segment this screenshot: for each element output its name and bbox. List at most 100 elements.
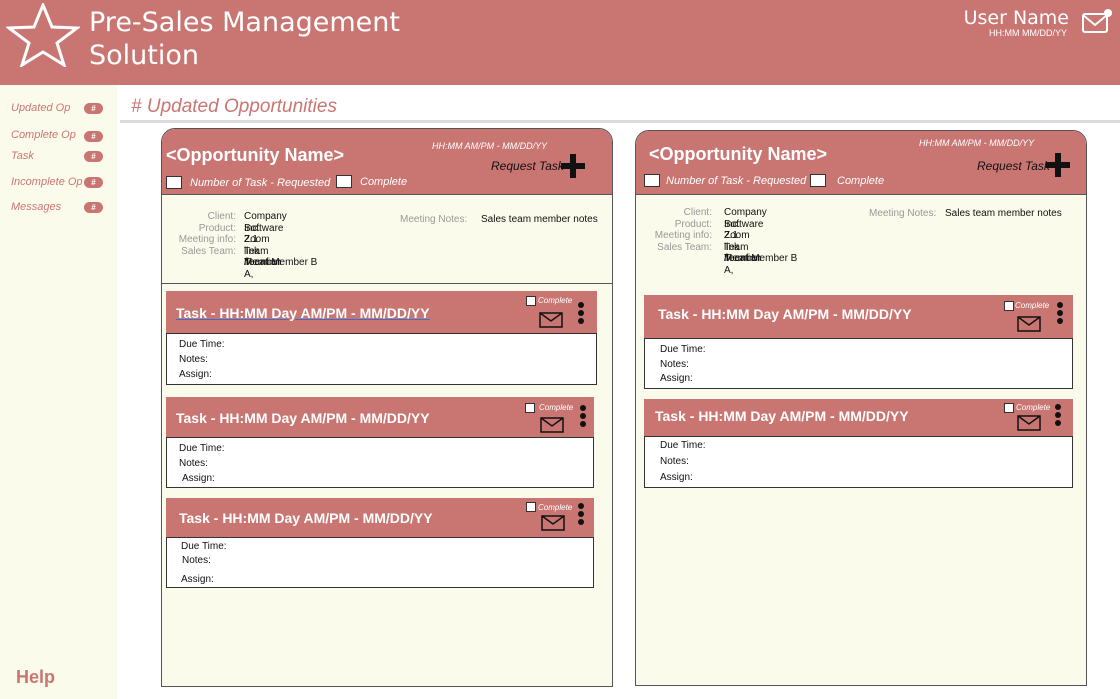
client-key: Client: (207, 211, 236, 222)
task-panel: Task - HH:MM Day AM/PM - MM/DD/YY Comple… (166, 498, 594, 588)
task-panel: Task - HH:MM Day AM/PM - MM/DD/YY Comple… (166, 291, 597, 385)
task-complete-label: Complete (538, 503, 573, 512)
add-task-icon[interactable] (561, 154, 585, 178)
mail-icon[interactable] (540, 417, 564, 433)
sidebar-badge-complete-op: # (84, 131, 103, 142)
task-header: Task - HH:MM Day AM/PM - MM/DD/YY Comple… (166, 498, 594, 537)
sales-team-key: Sales Team: (181, 245, 236, 257)
task-notes: Notes: (179, 458, 208, 469)
meeting-notes-key: Meeting Notes: (400, 214, 468, 225)
task-complete-checkbox[interactable] (1004, 301, 1014, 311)
task-complete-checkbox[interactable] (526, 502, 536, 512)
task-title[interactable]: Task - HH:MM Day AM/PM - MM/DD/YY (655, 408, 909, 424)
task-title[interactable]: Task - HH:MM Day AM/PM - MM/DD/YY (176, 305, 430, 321)
meeting-notes-key: Meeting Notes: (869, 208, 937, 219)
task-header: Task - HH:MM Day AM/PM - MM/DD/YY Comple… (166, 397, 594, 437)
more-options-icon[interactable] (580, 405, 586, 427)
task-notes: Notes: (660, 359, 689, 370)
task-complete-label: Complete (1015, 301, 1050, 310)
sidebar-badge-messages: # (84, 202, 103, 213)
sidebar-badge-task: # (84, 151, 103, 162)
task-header: Task - HH:MM Day AM/PM - MM/DD/YY Comple… (644, 295, 1073, 338)
more-options-icon[interactable] (1055, 404, 1061, 426)
sidebar-item-messages[interactable]: Messages (11, 201, 61, 213)
request-task-label[interactable]: Request Task (491, 159, 564, 173)
task-panel: Task - HH:MM Day AM/PM - MM/DD/YY Comple… (166, 397, 594, 488)
task-due-time: Due Time: (179, 443, 225, 454)
app-title: Pre-Sales Management Solution (89, 6, 400, 72)
section-divider (120, 120, 1120, 123)
more-options-icon[interactable] (578, 302, 584, 324)
product-key: Product: (674, 218, 712, 230)
complete-checkbox[interactable] (810, 174, 826, 187)
opportunity-time: HH:MM AM/PM - MM/DD/YY (432, 141, 548, 151)
task-due-time: Due Time: (660, 344, 706, 355)
user-name[interactable]: User Name (964, 7, 1069, 29)
mail-notification-icon[interactable] (1081, 8, 1113, 36)
task-title[interactable]: Task - HH:MM Day AM/PM - MM/DD/YY (176, 410, 430, 426)
sales-team-key: Sales Team: (657, 241, 712, 253)
opportunity-name[interactable]: <Opportunity Name> (649, 144, 827, 165)
sidebar-item-complete-op[interactable]: Complete Op (11, 129, 76, 141)
app-title-line1: Pre-Sales Management (89, 7, 400, 38)
user-time: HH:MM MM/DD/YY (989, 28, 1067, 38)
mail-icon[interactable] (539, 312, 563, 328)
task-title[interactable]: Task - HH:MM Day AM/PM - MM/DD/YY (179, 510, 433, 526)
add-task-icon[interactable] (1046, 153, 1070, 177)
task-assign: Assign: (182, 473, 215, 484)
opportunity-card-header: <Opportunity Name> HH:MM AM/PM - MM/DD/Y… (162, 129, 612, 195)
task-body: Due Time: Notes: Assign: (644, 436, 1073, 488)
complete-label: Complete (837, 175, 885, 187)
opportunity-info-panel: Client: Company Inc. Product: Software 2… (636, 195, 1086, 285)
star-icon[interactable] (6, 3, 80, 67)
more-options-icon[interactable] (1057, 302, 1063, 324)
meeting-notes-value: Sales team member notes (945, 208, 1062, 219)
mail-icon[interactable] (1017, 415, 1041, 431)
task-complete-checkbox[interactable] (526, 296, 536, 306)
number-of-task-checkbox[interactable] (644, 174, 660, 187)
task-complete-checkbox[interactable] (1004, 403, 1014, 413)
task-complete-label: Complete (538, 296, 573, 305)
task-assign: Assign: (181, 574, 214, 585)
sales-team-value-2: Team Member B (724, 253, 798, 265)
meeting-info-key: Meeting info: (178, 234, 236, 246)
complete-checkbox[interactable] (336, 175, 352, 188)
task-body: Due Time: Notes: Assign: (644, 338, 1073, 389)
task-panel: Task - HH:MM Day AM/PM - MM/DD/YY Comple… (644, 399, 1073, 488)
product-key: Product: (198, 222, 236, 234)
opportunity-card-header: <Opportunity Name> HH:MM AM/PM - MM/DD/Y… (636, 131, 1086, 195)
task-title[interactable]: Task - HH:MM Day AM/PM - MM/DD/YY (658, 306, 912, 322)
help-link[interactable]: Help (16, 667, 55, 688)
task-notes: Notes: (179, 354, 208, 365)
app-title-line2: Solution (89, 40, 199, 71)
complete-label: Complete (360, 176, 408, 188)
mail-icon[interactable] (541, 515, 565, 531)
task-assign: Assign: (179, 369, 212, 380)
mail-icon[interactable] (1017, 316, 1041, 332)
task-body: Due Time: Notes: Assign: (166, 333, 597, 385)
sidebar-badge-updated-op: # (84, 103, 103, 114)
sidebar-item-task[interactable]: Task (11, 150, 34, 162)
request-task-label[interactable]: Request Task (977, 159, 1050, 173)
more-options-icon[interactable] (578, 503, 584, 525)
task-complete-checkbox[interactable] (525, 403, 535, 413)
meeting-notes-value: Sales team member notes (481, 214, 598, 225)
task-header: Task - HH:MM Day AM/PM - MM/DD/YY Comple… (644, 399, 1073, 436)
number-of-task-checkbox[interactable] (166, 176, 182, 189)
sidebar-item-incomplete-op[interactable]: Incomplete Op (11, 176, 83, 188)
task-notes: Notes: (660, 456, 689, 467)
task-body: Due Time: Notes: Assign: (166, 437, 594, 488)
opportunity-time: HH:MM AM/PM - MM/DD/YY (919, 138, 1035, 148)
sidebar-item-updated-op[interactable]: Updated Op (11, 102, 70, 114)
task-due-time: Due Time: (181, 541, 227, 552)
number-of-task-label: Number of Task - Requested (666, 175, 807, 187)
client-key: Client: (683, 207, 712, 218)
meeting-info-key: Meeting info: (654, 230, 712, 242)
sales-team-value-2: Team Member B (244, 257, 318, 269)
task-notes: Notes: (182, 555, 211, 566)
app-header: Pre-Sales Management Solution User Name … (0, 0, 1120, 85)
opportunity-info-panel: Client: Company Inc. Product: Software 2… (162, 195, 612, 284)
task-complete-label: Complete (1016, 403, 1051, 412)
opportunity-name[interactable]: <Opportunity Name> (166, 145, 344, 166)
task-panel: Task - HH:MM Day AM/PM - MM/DD/YY Comple… (644, 295, 1073, 389)
